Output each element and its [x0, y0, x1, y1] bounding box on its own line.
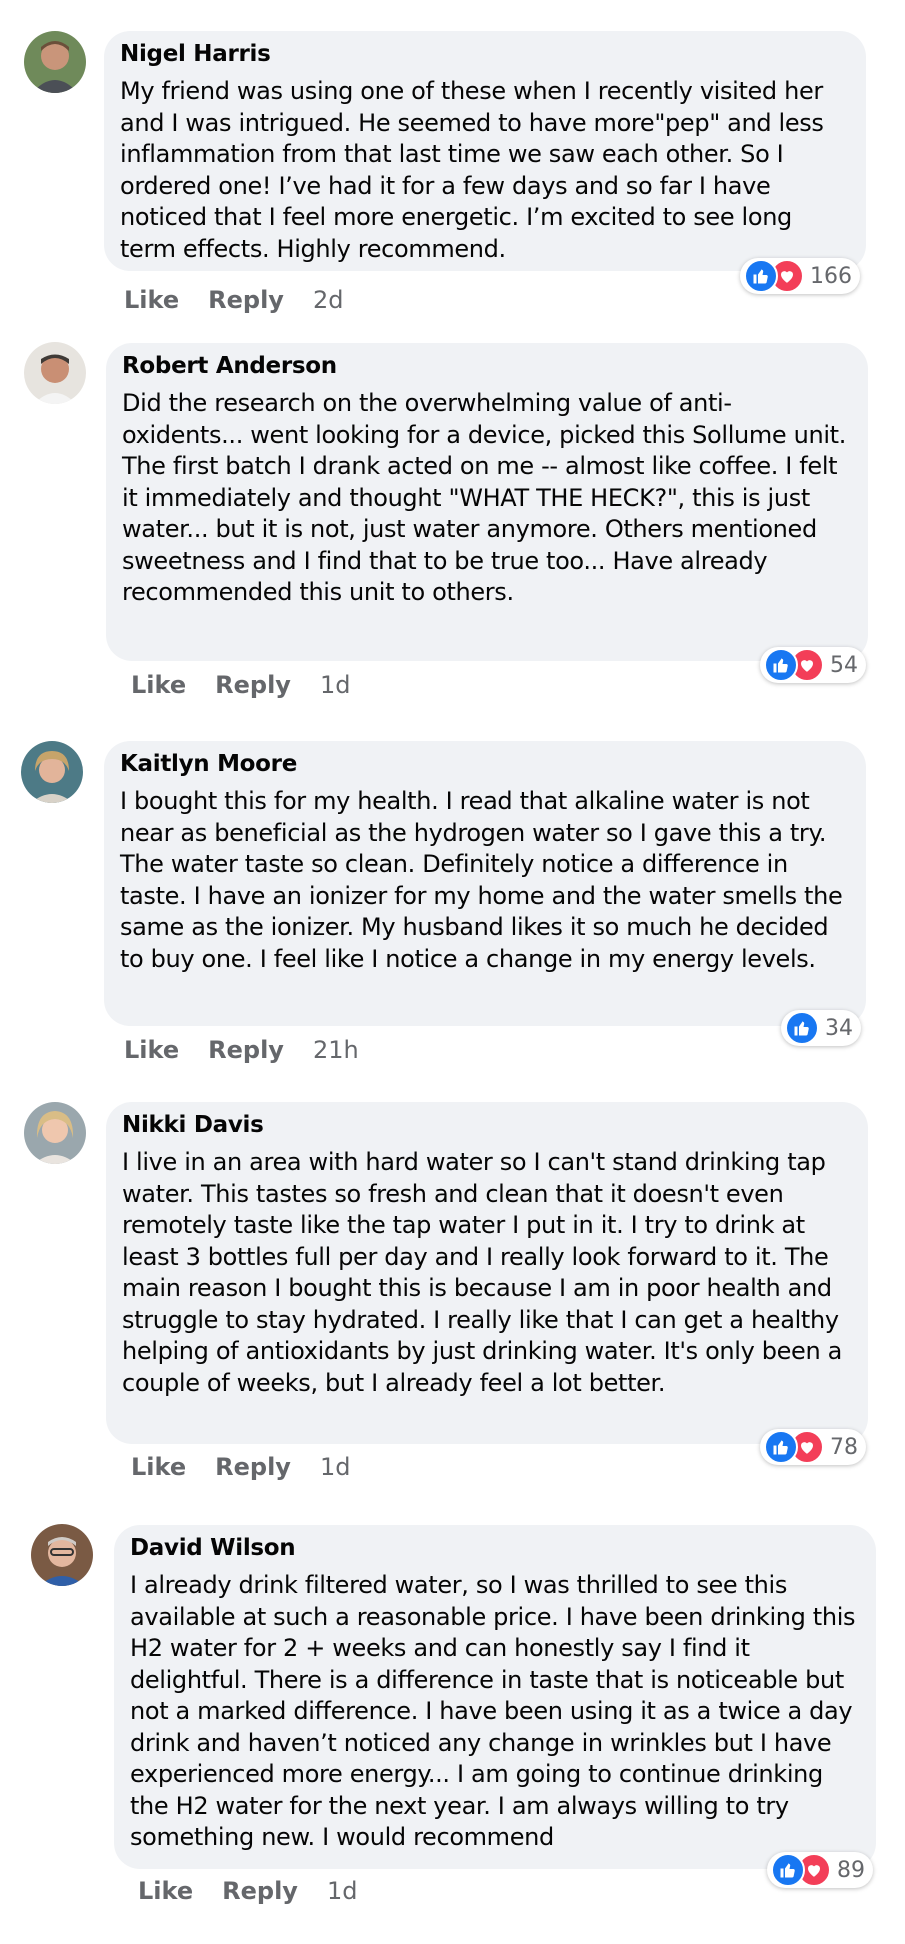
comment-actions: Like Reply 1d	[131, 1453, 379, 1481]
like-reaction-icon	[764, 1430, 798, 1464]
reaction-count: 166	[810, 263, 852, 289]
comment-actions: Like Reply 1d	[131, 671, 379, 699]
like-reaction-icon	[771, 1853, 805, 1887]
like-reaction-icon	[744, 259, 778, 293]
like-button[interactable]: Like	[131, 671, 186, 699]
comment-text: I already drink filtered water, so I was…	[130, 1571, 856, 1851]
reaction-summary[interactable]: 166	[740, 258, 860, 294]
avatar[interactable]	[24, 1102, 86, 1164]
comment-author[interactable]: Nikki Davis	[122, 1110, 852, 1140]
comment-author[interactable]: Robert Anderson	[122, 351, 852, 381]
comment-bubble: David Wilson I already drink filtered wa…	[114, 1525, 876, 1869]
reply-button[interactable]: Reply	[215, 671, 291, 699]
comment-author[interactable]: Nigel Harris	[120, 39, 850, 69]
avatar[interactable]	[21, 741, 83, 803]
like-reaction-icon	[764, 648, 798, 682]
like-button[interactable]: Like	[138, 1877, 193, 1905]
comment-actions: Like Reply 1d	[138, 1877, 386, 1905]
comment-timestamp[interactable]: 2d	[313, 286, 344, 314]
like-button[interactable]: Like	[124, 286, 179, 314]
comment-bubble: Nikki Davis I live in an area with hard …	[106, 1102, 868, 1444]
reaction-count: 89	[837, 1857, 865, 1883]
comment-actions: Like Reply 21h	[124, 1036, 388, 1064]
comment-timestamp[interactable]: 1d	[320, 671, 351, 699]
comment-text: Did the research on the overwhelming val…	[122, 389, 846, 606]
reaction-summary[interactable]: 54	[760, 647, 866, 683]
comment-author[interactable]: David Wilson	[130, 1533, 860, 1563]
avatar[interactable]	[24, 31, 86, 93]
avatar[interactable]	[31, 1524, 93, 1586]
comment-text: My friend was using one of these when I …	[120, 77, 824, 263]
comment-bubble: Nigel Harris My friend was using one of …	[104, 31, 866, 271]
reaction-count: 78	[830, 1434, 858, 1460]
like-button[interactable]: Like	[131, 1453, 186, 1481]
reply-button[interactable]: Reply	[222, 1877, 298, 1905]
reaction-summary[interactable]: 89	[767, 1852, 873, 1888]
comment-author[interactable]: Kaitlyn Moore	[120, 749, 850, 779]
reaction-count: 54	[830, 652, 858, 678]
reaction-summary[interactable]: 78	[760, 1429, 866, 1465]
reaction-count: 34	[825, 1015, 853, 1041]
like-button[interactable]: Like	[124, 1036, 179, 1064]
comment-text: I bought this for my health. I read that…	[120, 787, 843, 973]
comment-bubble: Robert Anderson Did the research on the …	[106, 343, 868, 661]
comment-timestamp[interactable]: 1d	[327, 1877, 358, 1905]
reply-button[interactable]: Reply	[215, 1453, 291, 1481]
reply-button[interactable]: Reply	[208, 286, 284, 314]
comment-actions: Like Reply 2d	[124, 286, 372, 314]
reply-button[interactable]: Reply	[208, 1036, 284, 1064]
comment-bubble: Kaitlyn Moore I bought this for my healt…	[104, 741, 866, 1026]
comment-timestamp[interactable]: 1d	[320, 1453, 351, 1481]
avatar[interactable]	[24, 342, 86, 404]
comment-timestamp[interactable]: 21h	[313, 1036, 359, 1064]
comment-text: I live in an area with hard water so I c…	[122, 1148, 842, 1397]
like-reaction-icon	[785, 1011, 819, 1045]
reaction-summary[interactable]: 34	[781, 1010, 861, 1046]
